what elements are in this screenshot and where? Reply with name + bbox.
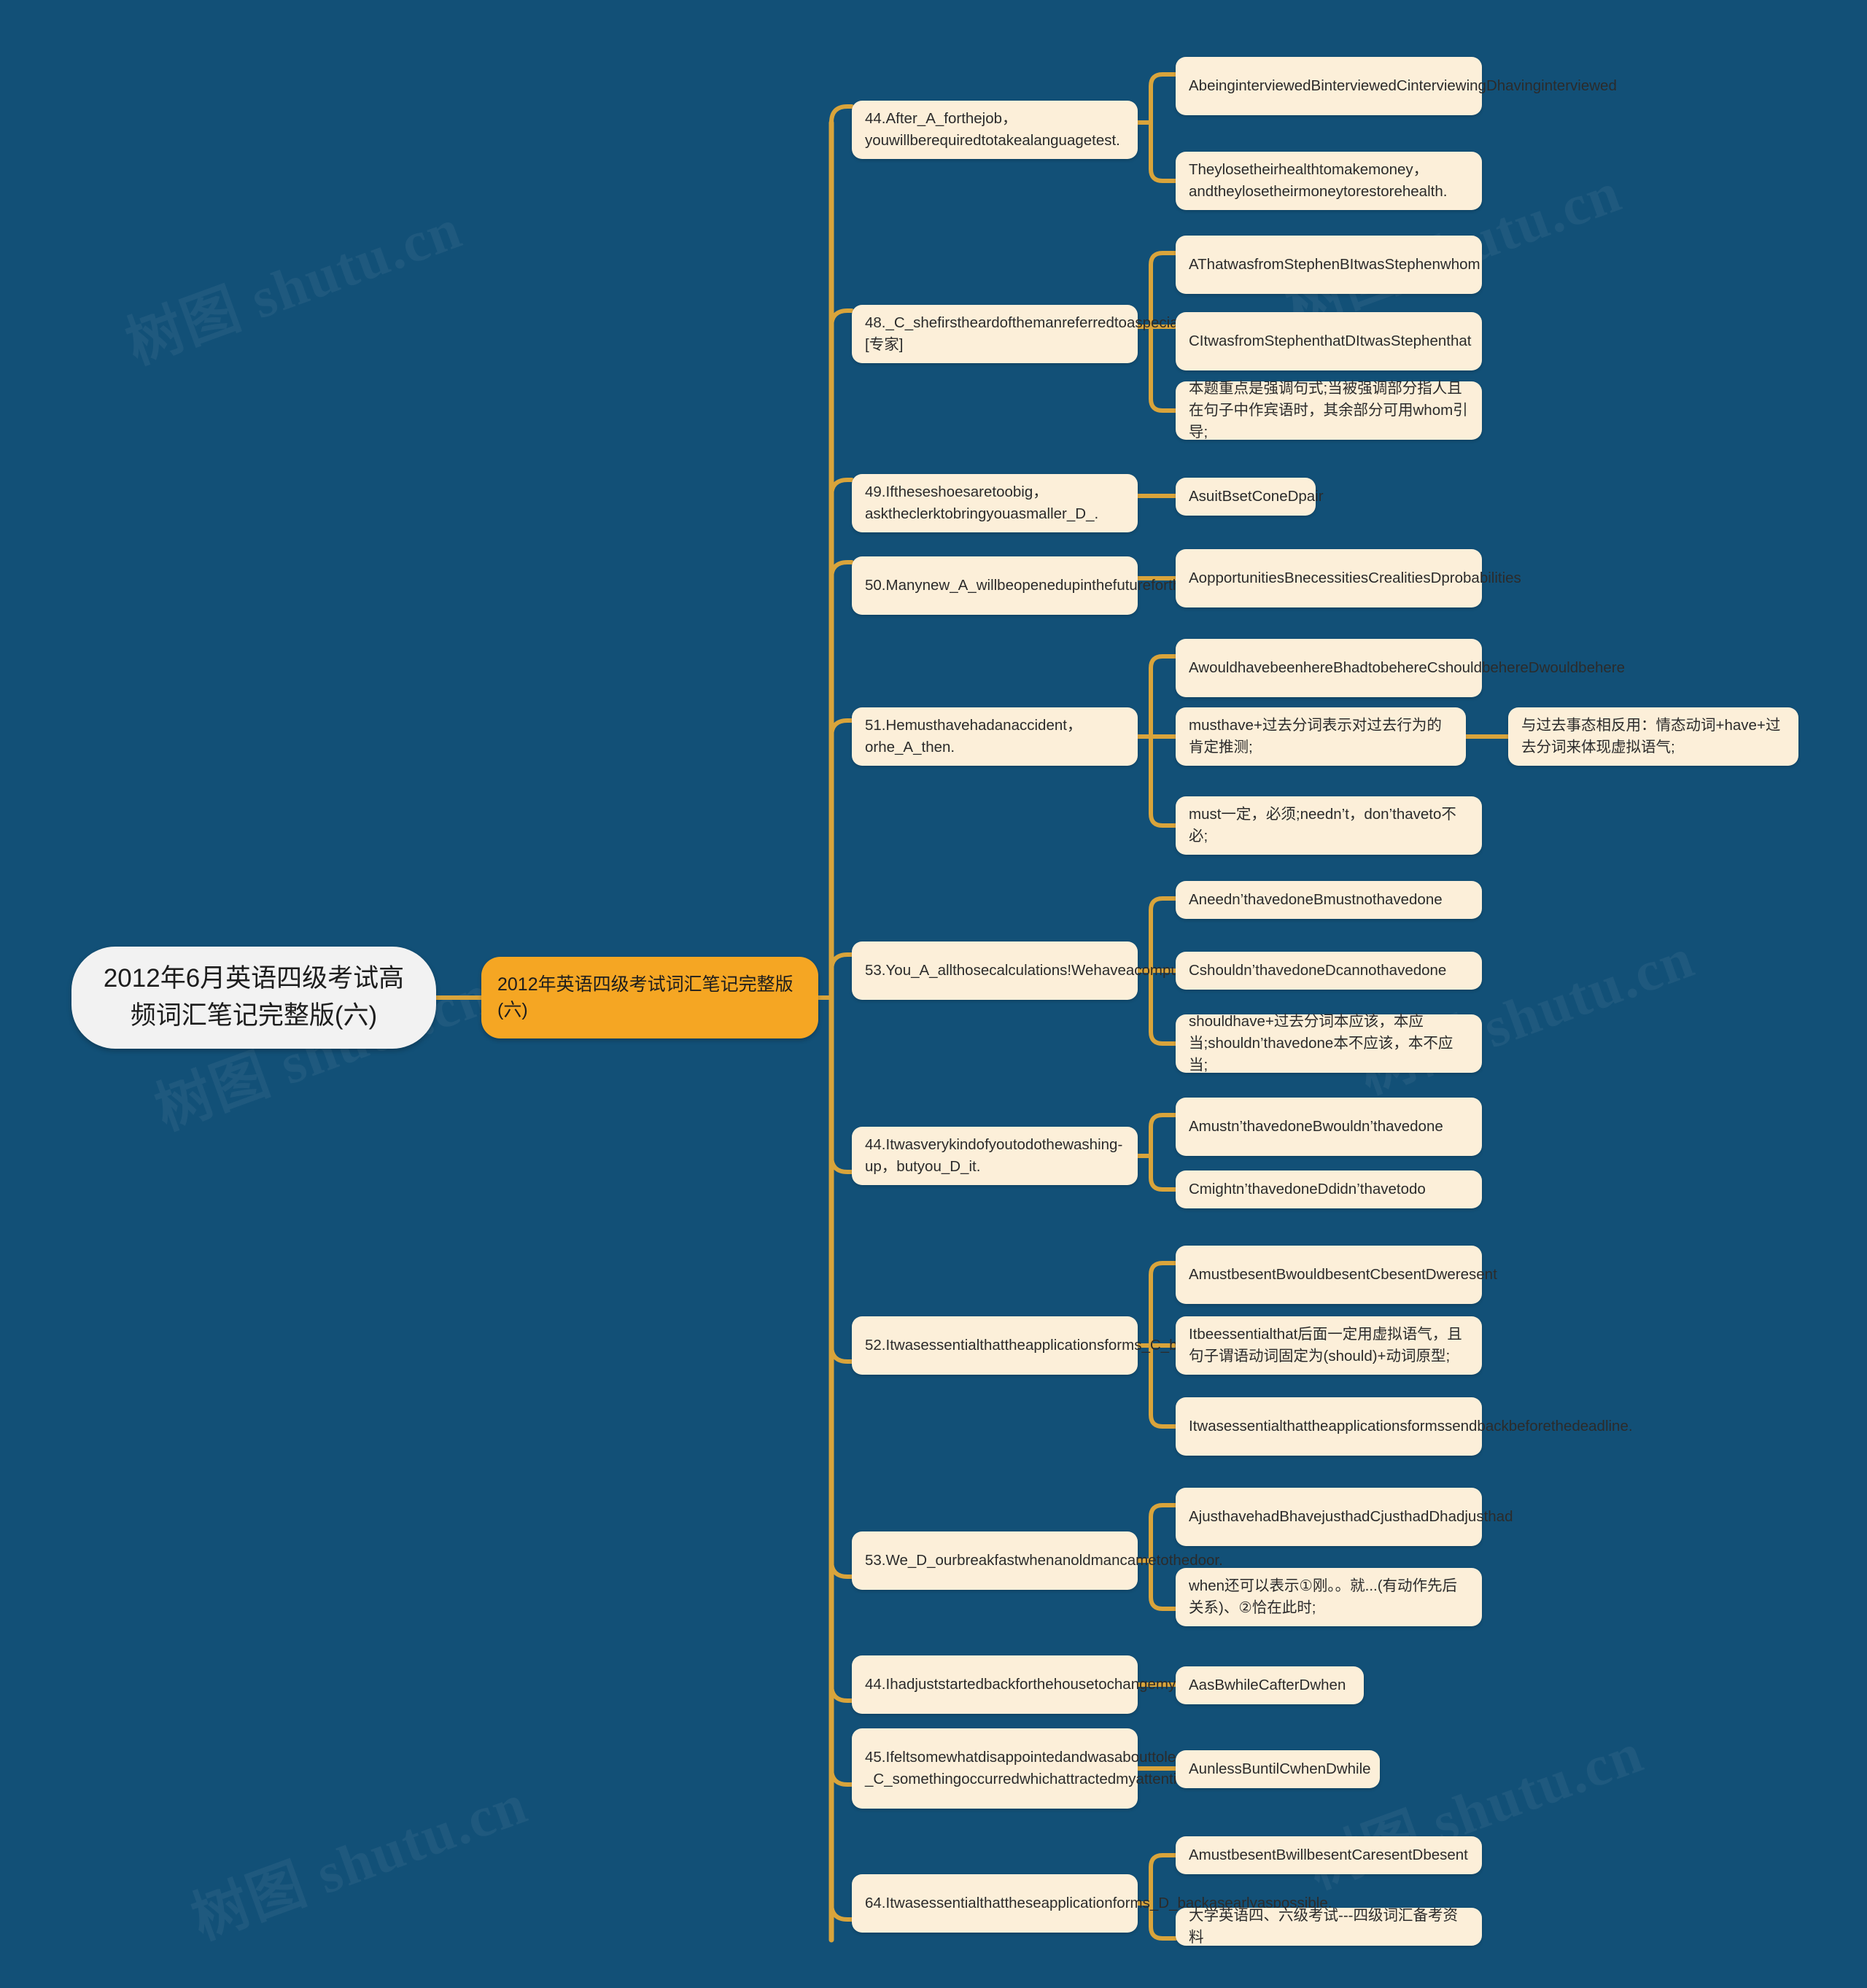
detail-node[interactable]: musthave+过去分词表示对过去行为的肯定推测;	[1176, 707, 1466, 766]
detail-node[interactable]: Aneedn’thavedoneBmustnothavedone	[1176, 881, 1482, 919]
detail-node[interactable]: Amustn’thavedoneBwouldn’thavedone	[1176, 1098, 1482, 1156]
topic-node[interactable]: 44.After_A_forthejob，youwillberequiredto…	[852, 101, 1138, 159]
topic-node[interactable]: 50.Manynew_A_willbeopenedupinthefuturefo…	[852, 556, 1372, 615]
detail-node[interactable]: AopportunitiesBnecessitiesCrealitiesDpro…	[1176, 549, 1521, 607]
detail-node[interactable]: Itbeessentialthat后面一定用虚拟语气，且句子谓语动词固定为(sh…	[1176, 1316, 1482, 1375]
detail-node[interactable]: AmustbesentBwillbesentCaresentDbesent	[1176, 1836, 1482, 1874]
topic-node[interactable]: 49.Iftheseshoesaretoobig，asktheclerktobr…	[852, 474, 1138, 532]
topic-node[interactable]: 44.Itwasverykindofyoutodothewashing-up，b…	[852, 1127, 1138, 1185]
branch-node[interactable]: 2012年英语四级考试词汇笔记完整版(六)	[481, 957, 818, 1038]
topic-node[interactable]: 45.Ifeltsomewhatdisappointedandwasaboutt…	[852, 1728, 1215, 1809]
detail-node[interactable]: AwouldhavebeenhereBhadtobehereCshouldbeh…	[1176, 639, 1625, 697]
detail-node[interactable]: 大学英语四、六级考试---四级词汇备考资料	[1176, 1907, 1482, 1946]
topic-node[interactable]: 53.We_D_ourbreakfastwhenanoldmancametoth…	[852, 1531, 1223, 1590]
detail-node[interactable]: CItwasfromStephenthatDItwasStephenthat	[1176, 312, 1482, 370]
topic-node[interactable]: 48._C_shefirstheardofthemanreferredtoasp…	[852, 305, 1200, 363]
detail-node[interactable]: when还可以表示①刚。。就...(有动作先后关系)、②恰在此时;	[1176, 1568, 1482, 1626]
detail-node[interactable]: must一定，必须;needn’t，don’thaveto不必;	[1176, 796, 1482, 855]
mindmap-canvas: 树图 shutu.cn 树图 shutu.cn 树图 shutu.cn 树图 s…	[0, 0, 1867, 1988]
detail-node[interactable]: 本题重点是强调句式;当被强调部分指人且在句子中作宾语时，其余部分可用whom引导…	[1176, 380, 1482, 440]
topic-node[interactable]: 52.Itwasessentialthattheapplicationsform…	[852, 1316, 1324, 1375]
detail-node[interactable]: Cmightn’thavedoneDdidn’thavetodo	[1176, 1170, 1482, 1208]
detail-node[interactable]: Itwasessentialthattheapplicationsformsse…	[1176, 1397, 1633, 1456]
detail-node[interactable]: AThatwasfromStephenBItwasStephenwhom	[1176, 236, 1482, 294]
topic-node[interactable]: 51.Hemusthavehadanaccident，orhe_A_then.	[852, 707, 1138, 766]
topic-node[interactable]: 44.Ihadjuststartedbackforthehousetochang…	[852, 1655, 1340, 1714]
detail-node[interactable]: Cshouldn’thavedoneDcannothavedone	[1176, 952, 1482, 990]
detail-node[interactable]: AasBwhileCafterDwhen	[1176, 1666, 1364, 1704]
detail-node[interactable]: AmustbesentBwouldbesentCbesentDweresent	[1176, 1246, 1497, 1304]
detail-node[interactable]: AbeinginterviewedBinterviewedCinterviewi…	[1176, 57, 1617, 115]
topic-node[interactable]: 53.You_A_allthosecalculations!Wehaveacom…	[852, 941, 1324, 1000]
root-node[interactable]: 2012年6月英语四级考试高频词汇笔记完整版(六)	[71, 947, 436, 1049]
detail-node[interactable]: 与过去事态相反用：情态动词+have+过去分词来体现虚拟语气;	[1508, 707, 1798, 766]
detail-node[interactable]: AunlessBuntilCwhenDwhile	[1176, 1750, 1380, 1788]
detail-node[interactable]: shouldhave+过去分词本应该，本应当;shouldn’thavedone…	[1176, 1013, 1482, 1073]
detail-node[interactable]: AjusthavehadBhavejusthadCjusthadDhadjust…	[1176, 1488, 1513, 1546]
detail-node[interactable]: AsuitBsetConeDpair	[1176, 478, 1324, 516]
detail-node[interactable]: Theylosetheirhealthtomakemoney，andtheylo…	[1176, 152, 1482, 210]
topic-node[interactable]: 64.Itwasessentialthattheseapplicationfor…	[852, 1874, 1332, 1933]
